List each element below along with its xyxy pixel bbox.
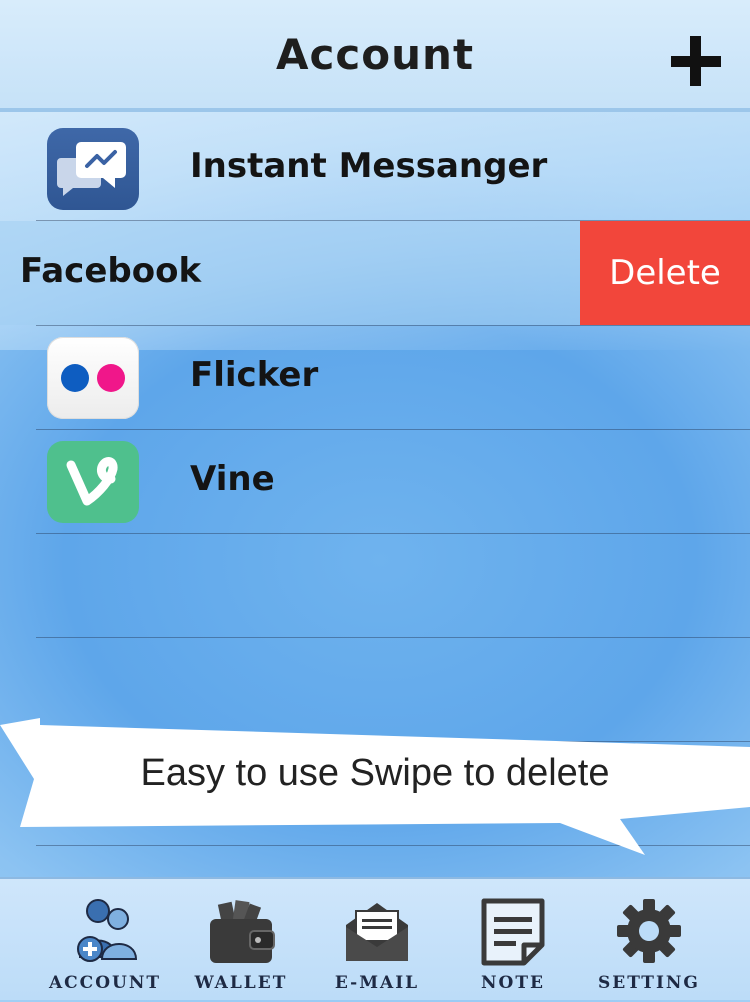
account-label: Instant Messanger bbox=[190, 146, 548, 186]
account-row-vine[interactable]: Vine bbox=[0, 429, 750, 533]
messenger-icon bbox=[47, 128, 139, 210]
tab-account[interactable]: ACCOUNT bbox=[40, 879, 170, 1002]
tab-label: WALLET bbox=[194, 973, 288, 993]
tab-note[interactable]: NOTE bbox=[448, 879, 578, 1002]
tab-wallet[interactable]: WALLET bbox=[176, 879, 306, 1002]
add-account-button[interactable] bbox=[668, 34, 724, 90]
tab-bar: ACCOUNT WALLET E-MAIL NOTE SETTING bbox=[0, 877, 750, 1000]
flickr-icon bbox=[47, 337, 139, 419]
tab-email[interactable]: E-MAIL bbox=[312, 879, 442, 1002]
page-title: Account bbox=[275, 30, 475, 79]
note-icon bbox=[481, 898, 545, 966]
account-row-facebook[interactable]: Facebook Delete bbox=[0, 221, 750, 325]
account-label: Facebook bbox=[20, 251, 202, 291]
delete-button[interactable]: Delete bbox=[580, 221, 750, 325]
tab-label: NOTE bbox=[481, 973, 545, 993]
account-row-flickr[interactable]: Flicker bbox=[0, 325, 750, 429]
account-label: Vine bbox=[190, 459, 275, 499]
gear-icon bbox=[617, 899, 681, 963]
row-divider bbox=[36, 533, 750, 534]
tab-setting[interactable]: SETTING bbox=[584, 879, 714, 1002]
tab-label: ACCOUNT bbox=[48, 973, 162, 993]
account-label: Flicker bbox=[190, 355, 319, 395]
tip-text: Easy to use Swipe to delete bbox=[140, 752, 610, 794]
wallet-icon bbox=[210, 900, 275, 963]
account-row-messenger[interactable]: Instant Messanger bbox=[0, 116, 750, 220]
tip-banner bbox=[0, 718, 750, 855]
tab-label: SETTING bbox=[598, 973, 700, 993]
tab-label: E-MAIL bbox=[334, 973, 420, 993]
header-bar: Account bbox=[0, 0, 750, 112]
row-divider bbox=[36, 637, 750, 638]
email-icon bbox=[346, 903, 408, 961]
account-icon bbox=[77, 899, 138, 962]
vine-icon bbox=[47, 441, 139, 523]
